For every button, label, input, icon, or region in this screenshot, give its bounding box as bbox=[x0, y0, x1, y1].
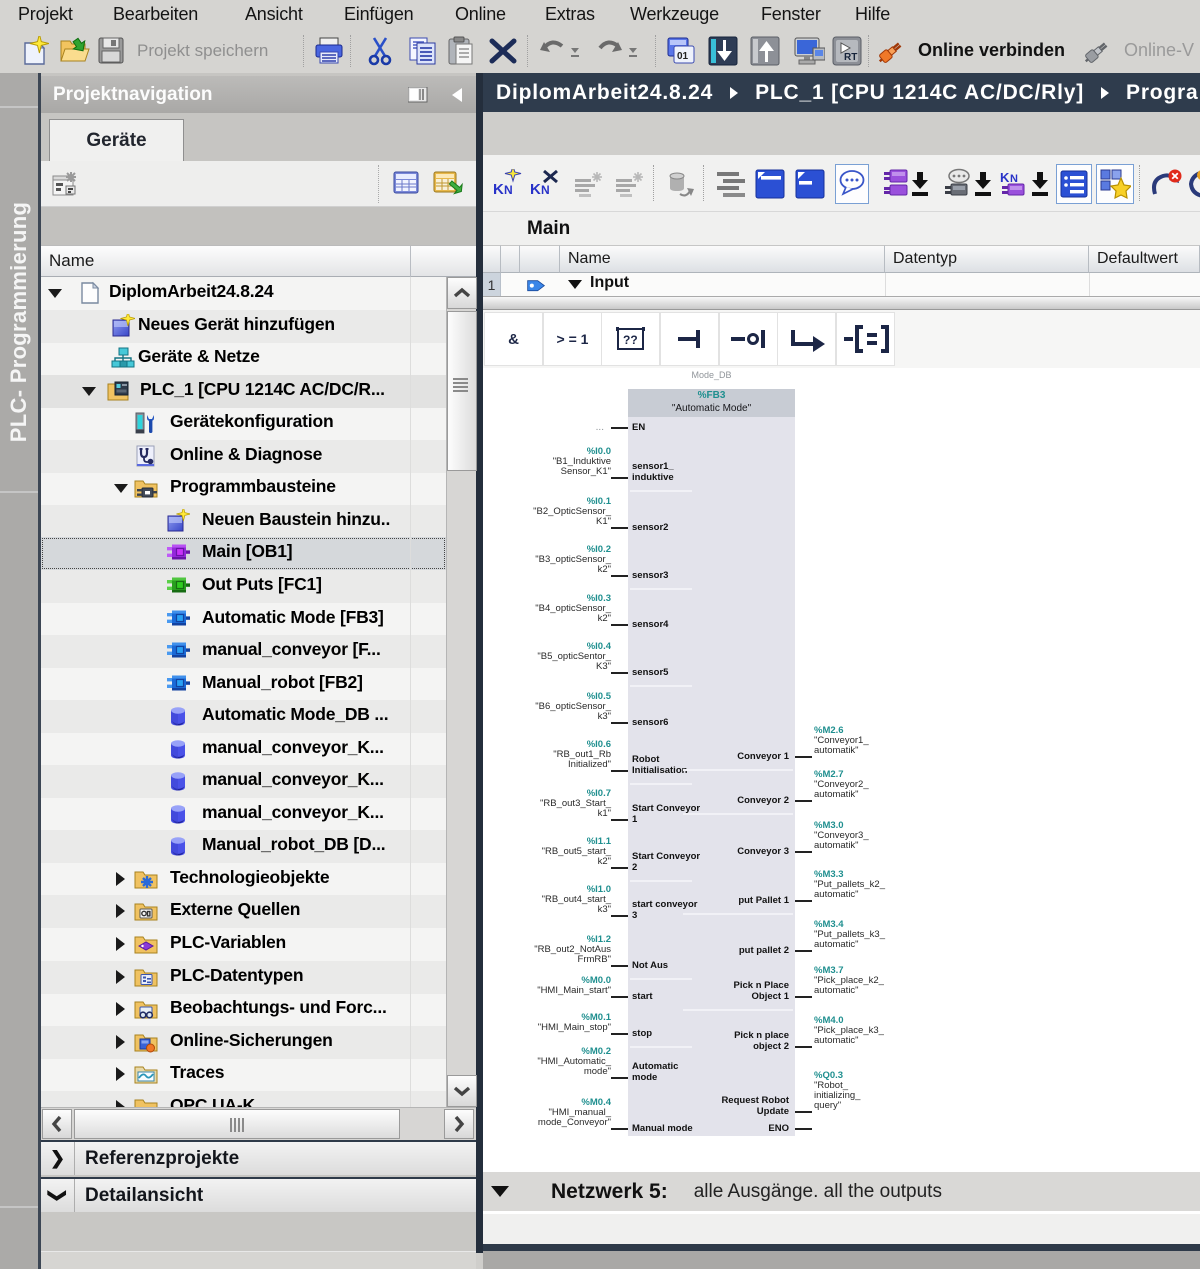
svg-text:N: N bbox=[1010, 173, 1018, 185]
svg-text:K: K bbox=[530, 181, 541, 198]
svg-text:01: 01 bbox=[677, 51, 689, 62]
svg-text:N: N bbox=[504, 183, 513, 197]
svg-text:RT: RT bbox=[844, 52, 857, 63]
svg-text:K: K bbox=[493, 181, 504, 198]
svg-text:??: ?? bbox=[623, 333, 638, 347]
svg-text:N: N bbox=[541, 183, 550, 197]
svg-text:K: K bbox=[1000, 170, 1010, 185]
